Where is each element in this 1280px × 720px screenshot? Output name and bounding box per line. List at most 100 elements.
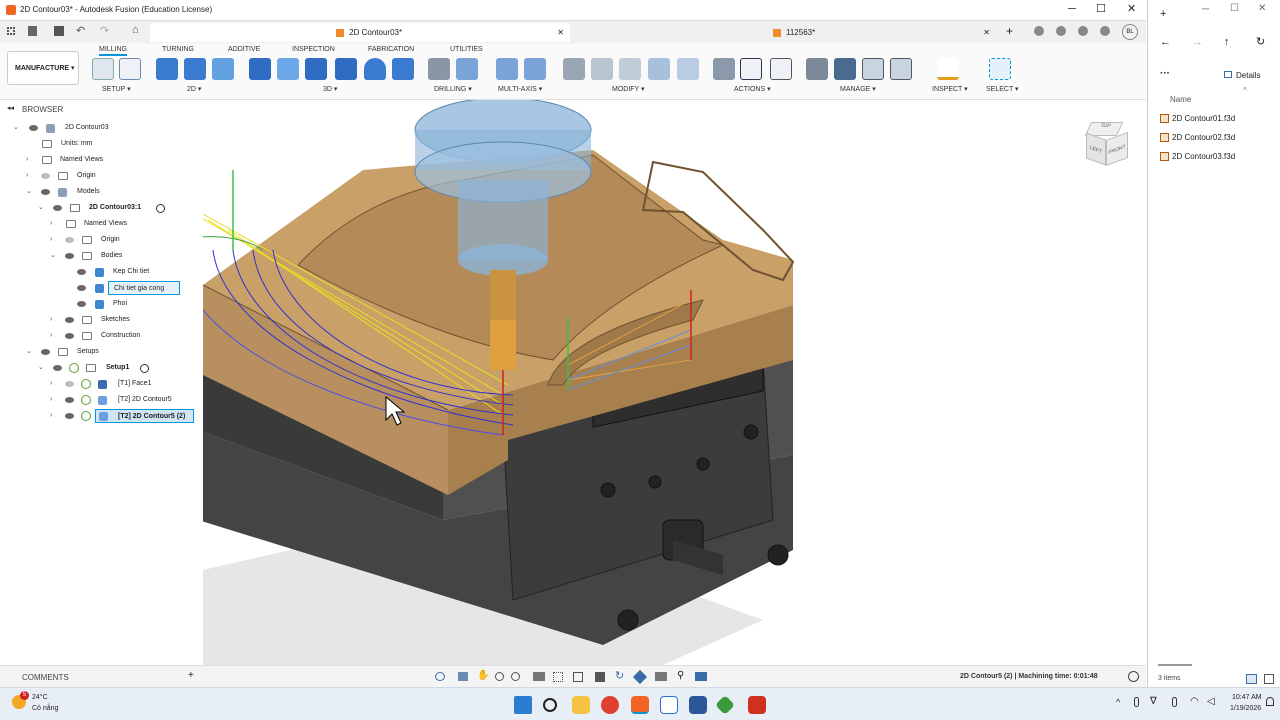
3d-pocket-icon[interactable]: [277, 58, 299, 80]
tree-units[interactable]: Units: mm: [0, 136, 203, 152]
close-tab-icon[interactable]: ✕: [557, 23, 564, 42]
up-icon[interactable]: ↑: [1224, 36, 1230, 48]
visibility-eye-hidden-icon[interactable]: [65, 237, 74, 243]
home-icon[interactable]: ⌂: [132, 24, 139, 36]
file-item[interactable]: 2D Contour03.f3d: [1160, 152, 1235, 162]
chevron-right-icon[interactable]: ›: [50, 376, 52, 392]
minimize-button[interactable]: ─: [1202, 4, 1209, 15]
fusion-taskbar-icon[interactable]: [631, 696, 649, 714]
tree-bodies[interactable]: ⌄ Bodies: [0, 248, 203, 264]
visibility-eye-icon[interactable]: [65, 253, 74, 259]
tree-op-contour5[interactable]: › [T2] 2D Contour5: [0, 392, 203, 408]
model-canvas[interactable]: [203, 100, 1146, 665]
workspace-switcher[interactable]: MANUFACTURE ▾: [7, 51, 79, 85]
group-modify[interactable]: MODIFY ▾: [612, 85, 645, 93]
display-settings-icon[interactable]: [533, 672, 545, 681]
clock-time[interactable]: 10:47 AM: [1232, 694, 1262, 701]
toolpath-display-icon[interactable]: [595, 672, 605, 682]
simulation-settings-icon[interactable]: [655, 672, 667, 681]
chevron-right-icon[interactable]: ›: [50, 232, 52, 248]
zoom-icon[interactable]: [495, 672, 504, 681]
show-stock-icon[interactable]: [632, 669, 648, 685]
chevron-right-icon[interactable]: ›: [50, 392, 52, 408]
help-icon[interactable]: [1100, 26, 1110, 36]
viewports-icon[interactable]: [573, 672, 583, 682]
multi-axis-contour-icon[interactable]: [524, 58, 546, 80]
feedback-icon[interactable]: [1128, 671, 1139, 682]
tray-chevron-icon[interactable]: ^: [1116, 697, 1120, 707]
pattern-icon[interactable]: [648, 58, 670, 80]
steep-shallow-icon[interactable]: [305, 58, 327, 80]
file-explorer-icon[interactable]: [572, 696, 590, 714]
details-view-icon[interactable]: [1246, 674, 1257, 684]
refresh-icon[interactable]: ↻: [1256, 35, 1265, 48]
visibility-eye-icon[interactable]: [53, 365, 62, 371]
contour-3d-icon[interactable]: [392, 58, 414, 80]
filter-icon[interactable]: ⚲: [677, 670, 684, 681]
tab-fabrication[interactable]: FABRICATION: [368, 46, 414, 53]
nc-program-icon[interactable]: [119, 58, 141, 80]
chevron-down-icon[interactable]: ⌄: [38, 200, 44, 216]
grid-icon[interactable]: [553, 672, 563, 682]
weather-widget[interactable]: 5 24°C Có nắng: [12, 691, 92, 718]
drill-icon[interactable]: [428, 58, 450, 80]
post-library-icon[interactable]: [890, 58, 912, 80]
chevron-down-icon[interactable]: ⌄: [13, 120, 19, 136]
machine-library-icon[interactable]: [834, 58, 856, 80]
tree-origin[interactable]: › Origin: [0, 168, 203, 184]
select-window-icon[interactable]: [989, 58, 1011, 80]
tool-library-icon[interactable]: [806, 58, 828, 80]
app-icon[interactable]: [715, 695, 735, 715]
visibility-eye-icon[interactable]: [77, 301, 86, 307]
2d-adaptive-icon[interactable]: [156, 58, 178, 80]
vpn-icon[interactable]: ∇: [1150, 696, 1157, 707]
app-red-icon[interactable]: [748, 696, 766, 714]
chevron-right-icon[interactable]: ›: [50, 312, 52, 328]
file-menu-icon[interactable]: [28, 26, 37, 36]
tree-op-face1[interactable]: › [T1] Face1: [0, 376, 203, 392]
file-item[interactable]: 2D Contour01.f3d: [1160, 114, 1235, 124]
visibility-eye-icon[interactable]: [77, 269, 86, 275]
start-windows-icon[interactable]: [514, 696, 532, 714]
tree-setup1[interactable]: ⌄ Setup1: [0, 360, 203, 376]
undo-icon[interactable]: ↶: [76, 24, 85, 37]
maximize-button[interactable]: ☐: [1230, 3, 1239, 14]
group-actions[interactable]: ACTIONS ▾: [734, 85, 771, 93]
manual-nc-icon[interactable]: [677, 58, 699, 80]
clock-date[interactable]: 1/19/2026: [1230, 705, 1261, 712]
tab-inspection[interactable]: INSPECTION: [292, 46, 335, 53]
hole-recognition-icon[interactable]: [456, 58, 478, 80]
visibility-eye-icon[interactable]: [65, 333, 74, 339]
orbit-icon[interactable]: [435, 672, 445, 681]
chevron-down-icon[interactable]: ⌄: [50, 248, 56, 264]
tab-turning[interactable]: TURNING: [162, 46, 194, 53]
3d-adaptive-icon[interactable]: [249, 58, 271, 80]
group-manage[interactable]: MANAGE ▾: [840, 85, 876, 93]
refresh-icon[interactable]: ↻: [615, 669, 624, 682]
chevron-down-icon[interactable]: ⌄: [38, 360, 44, 376]
tab-112563[interactable]: 112563* ✕: [570, 23, 1000, 42]
save-icon[interactable]: [54, 26, 64, 36]
name-column-header[interactable]: Name: [1170, 95, 1191, 104]
chevron-right-icon[interactable]: ›: [26, 152, 28, 168]
group-inspect[interactable]: INSPECT ▾: [932, 85, 968, 93]
visibility-eye-hidden-icon[interactable]: [41, 173, 50, 179]
simulate-icon[interactable]: [713, 58, 735, 80]
setup-sheet-icon[interactable]: [770, 58, 792, 80]
app-grid-icon[interactable]: [7, 27, 15, 35]
visibility-eye-icon[interactable]: [77, 285, 86, 291]
tree-component[interactable]: ⌄ 2D Contour03:1: [0, 200, 203, 216]
close-window-button[interactable]: ✕: [1258, 3, 1266, 14]
measure-icon[interactable]: [937, 58, 959, 80]
machine-display-icon[interactable]: [695, 672, 707, 681]
visibility-eye-icon[interactable]: [65, 397, 74, 403]
pan-icon[interactable]: ✋: [477, 670, 489, 681]
parallel-icon[interactable]: [335, 58, 357, 80]
tree-body-kep[interactable]: Kep Chi tiet: [0, 264, 203, 280]
graphics-viewport[interactable]: TOP LEFT FRONT: [203, 100, 1146, 665]
group-2d[interactable]: 2D ▾: [187, 85, 201, 93]
extensions-icon[interactable]: [1034, 26, 1044, 36]
chevron-right-icon[interactable]: ›: [50, 328, 52, 344]
group-select[interactable]: SELECT ▾: [986, 85, 1019, 93]
visibility-eye-hidden-icon[interactable]: [65, 381, 74, 387]
